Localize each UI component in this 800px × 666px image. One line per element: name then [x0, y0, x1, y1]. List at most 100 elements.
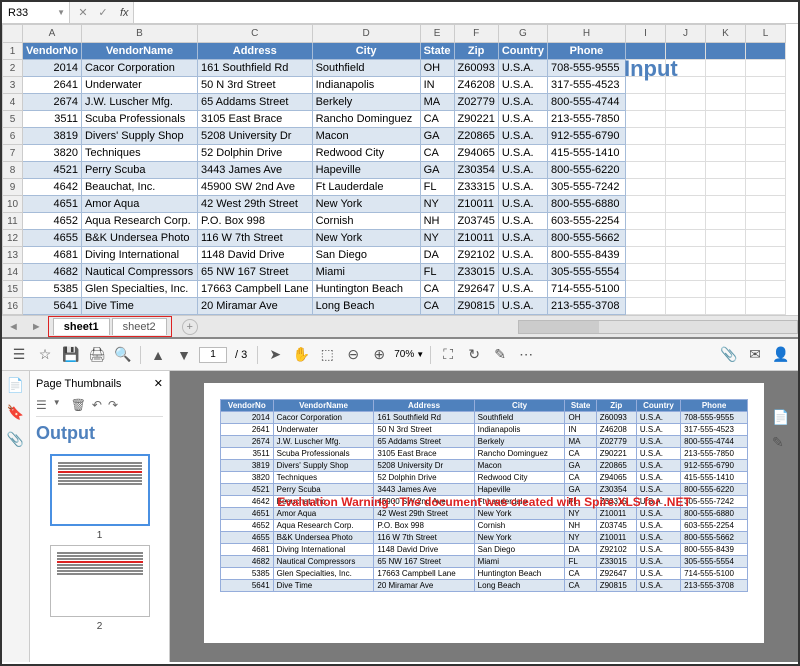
- pdf-view[interactable]: 📄 ✎ Evaluation Warning : The document wa…: [170, 371, 798, 662]
- cell[interactable]: OH: [420, 60, 454, 77]
- mail-icon[interactable]: ✉: [744, 344, 766, 366]
- cell[interactable]: Z03745: [454, 213, 498, 230]
- cell[interactable]: U.S.A.: [498, 298, 547, 315]
- delete-icon[interactable]: 🗑: [71, 398, 86, 412]
- cell[interactable]: CA: [420, 298, 454, 315]
- cell[interactable]: CA: [420, 281, 454, 298]
- cell[interactable]: Nautical Compressors: [81, 264, 197, 281]
- sheet-tab-1[interactable]: sheet1: [53, 318, 110, 335]
- cell[interactable]: 708-555-9555: [547, 60, 625, 77]
- cell[interactable]: Hapeville: [312, 162, 420, 179]
- cell[interactable]: NH: [420, 213, 454, 230]
- cell[interactable]: 317-555-4523: [547, 77, 625, 94]
- cell[interactable]: New York: [312, 196, 420, 213]
- cell[interactable]: 65 Addams Street: [197, 94, 312, 111]
- cell[interactable]: U.S.A.: [498, 162, 547, 179]
- save-icon[interactable]: 💾: [60, 344, 82, 366]
- row-header[interactable]: 13: [3, 247, 23, 264]
- fit-icon[interactable]: ⛶: [437, 344, 459, 366]
- cell[interactable]: 20 Miramar Ave: [197, 298, 312, 315]
- next-page-icon[interactable]: ▼: [173, 344, 195, 366]
- cell[interactable]: Underwater: [81, 77, 197, 94]
- cell[interactable]: Ft Lauderdale: [312, 179, 420, 196]
- cell[interactable]: 52 Dolphin Drive: [197, 145, 312, 162]
- cell[interactable]: U.S.A.: [498, 111, 547, 128]
- cell[interactable]: FL: [420, 264, 454, 281]
- cell[interactable]: 116 W 7th Street: [197, 230, 312, 247]
- cell[interactable]: J.W. Luscher Mfg.: [81, 94, 197, 111]
- cell[interactable]: Z33015: [454, 264, 498, 281]
- cell[interactable]: New York: [312, 230, 420, 247]
- cell[interactable]: Miami: [312, 264, 420, 281]
- cell[interactable]: U.S.A.: [498, 196, 547, 213]
- horizontal-scrollbar[interactable]: [518, 320, 798, 334]
- more-icon[interactable]: ⋯: [515, 344, 537, 366]
- cell[interactable]: Z10011: [454, 230, 498, 247]
- cell[interactable]: U.S.A.: [498, 281, 547, 298]
- cell[interactable]: 2014: [23, 60, 82, 77]
- select-all-corner[interactable]: [3, 25, 23, 43]
- add-sheet-button[interactable]: +: [182, 319, 198, 335]
- zoom-level[interactable]: 70%▼: [394, 349, 424, 360]
- cell[interactable]: State: [420, 43, 454, 60]
- cell[interactable]: 4651: [23, 196, 82, 213]
- cell[interactable]: Phone: [547, 43, 625, 60]
- share-icon[interactable]: 👤: [770, 344, 792, 366]
- cell[interactable]: Cacor Corporation: [81, 60, 197, 77]
- col-header[interactable]: H: [547, 25, 625, 43]
- cell[interactable]: 800-555-8439: [547, 247, 625, 264]
- cell[interactable]: 161 Southfield Rd: [197, 60, 312, 77]
- cell[interactable]: Z92102: [454, 247, 498, 264]
- row-header[interactable]: 1: [3, 43, 23, 60]
- prev-page-icon[interactable]: ▲: [147, 344, 169, 366]
- row-header[interactable]: 5: [3, 111, 23, 128]
- cell[interactable]: 5385: [23, 281, 82, 298]
- cell[interactable]: Indianapolis: [312, 77, 420, 94]
- cell[interactable]: Z33315: [454, 179, 498, 196]
- cell[interactable]: 65 NW 167 Street: [197, 264, 312, 281]
- cell[interactable]: NY: [420, 230, 454, 247]
- cell[interactable]: [705, 43, 745, 60]
- cell[interactable]: Cornish: [312, 213, 420, 230]
- cell[interactable]: Zip: [454, 43, 498, 60]
- col-header[interactable]: B: [81, 25, 197, 43]
- cell[interactable]: Aqua Research Corp.: [81, 213, 197, 230]
- cell[interactable]: 213-555-7850: [547, 111, 625, 128]
- cell[interactable]: Scuba Professionals: [81, 111, 197, 128]
- row-header[interactable]: 10: [3, 196, 23, 213]
- col-header[interactable]: E: [420, 25, 454, 43]
- cell[interactable]: Z30354: [454, 162, 498, 179]
- edit-icon[interactable]: ✎: [772, 434, 794, 451]
- cell[interactable]: Country: [498, 43, 547, 60]
- star-icon[interactable]: ☆: [34, 344, 56, 366]
- cell[interactable]: San Diego: [312, 247, 420, 264]
- row-header[interactable]: 9: [3, 179, 23, 196]
- page-thumbnail-1[interactable]: [50, 454, 150, 526]
- cell[interactable]: 305-555-5554: [547, 264, 625, 281]
- cell[interactable]: 800-555-6880: [547, 196, 625, 213]
- cell[interactable]: Macon: [312, 128, 420, 145]
- cell[interactable]: Z60093: [454, 60, 498, 77]
- col-header[interactable]: G: [498, 25, 547, 43]
- cell[interactable]: DA: [420, 247, 454, 264]
- sheet-tab-2[interactable]: sheet2: [112, 318, 167, 335]
- cell[interactable]: 800-555-4744: [547, 94, 625, 111]
- cell[interactable]: U.S.A.: [498, 179, 547, 196]
- cell[interactable]: 45900 SW 2nd Ave: [197, 179, 312, 196]
- thumbnails-icon[interactable]: 📄: [7, 377, 24, 394]
- cell[interactable]: 5208 University Dr: [197, 128, 312, 145]
- sidebar-toggle-icon[interactable]: ☰: [8, 344, 30, 366]
- row-header[interactable]: 14: [3, 264, 23, 281]
- cell[interactable]: Z92647: [454, 281, 498, 298]
- search-icon[interactable]: 🔍: [112, 344, 134, 366]
- cell[interactable]: VendorNo: [23, 43, 82, 60]
- cell[interactable]: GA: [420, 128, 454, 145]
- cell[interactable]: 305-555-7242: [547, 179, 625, 196]
- prev-sheet-icon[interactable]: ◄: [2, 321, 25, 333]
- cell[interactable]: IN: [420, 77, 454, 94]
- page-icon[interactable]: 📄: [772, 409, 794, 426]
- close-icon[interactable]: ✕: [154, 377, 163, 390]
- row-header[interactable]: 6: [3, 128, 23, 145]
- name-box[interactable]: R33▼: [2, 2, 70, 23]
- row-header[interactable]: 12: [3, 230, 23, 247]
